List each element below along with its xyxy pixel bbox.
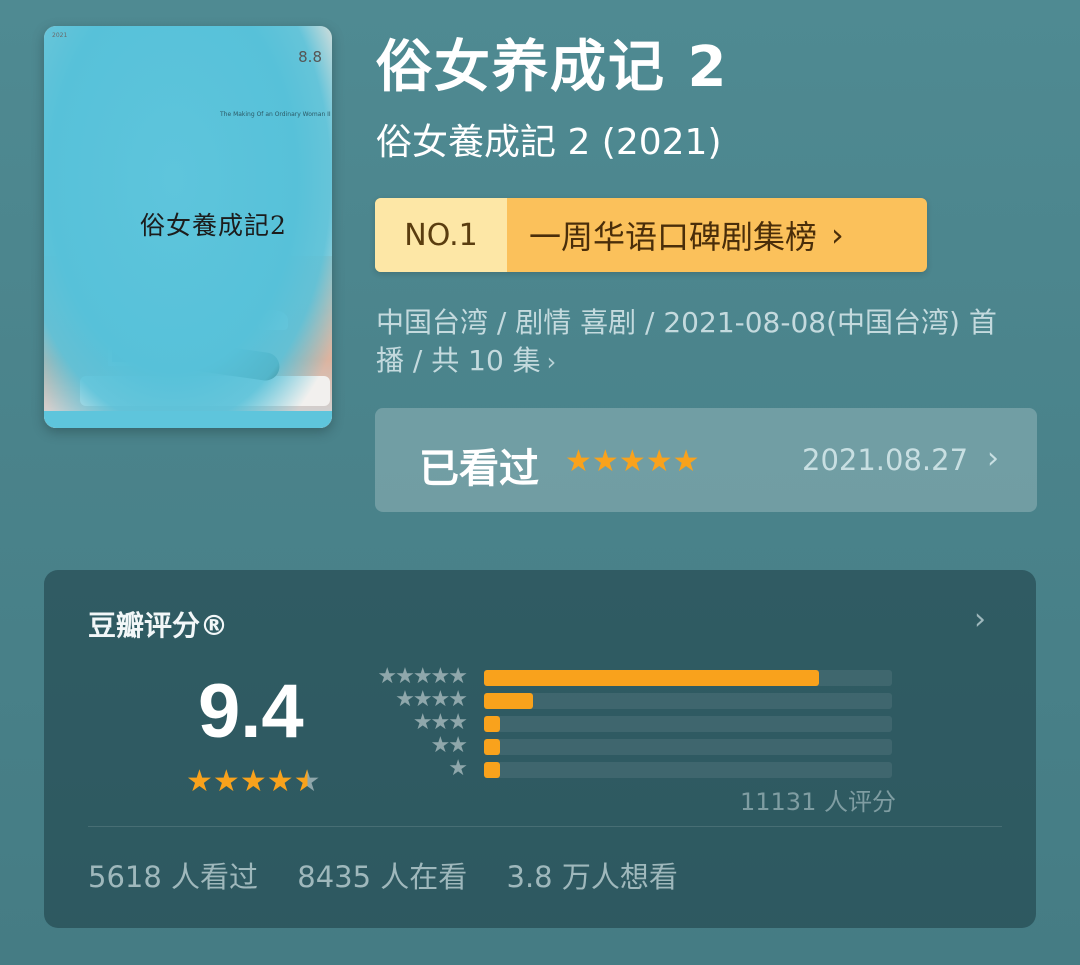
distribution-stars-icon: ★★★★★ — [377, 664, 468, 689]
star-icon: ★ — [591, 444, 619, 479]
poster-image[interactable]: 2021 8.8 The Making Of an Ordinary Woman… — [44, 26, 332, 428]
distribution-track — [484, 762, 892, 778]
poster-english-title: The Making Of an Ordinary Woman II — [220, 111, 331, 118]
distribution-row: ★★★★★ — [368, 664, 898, 689]
distribution-row: ★★★★ — [368, 687, 898, 712]
distribution-stars-icon: ★★ — [430, 733, 468, 758]
viewer-stats: 5618 人看过 8435 人在看 3.8 万人想看 — [88, 854, 708, 896]
star-icon: ★ — [186, 764, 213, 799]
distribution-row: ★★★ — [368, 710, 898, 735]
chevron-right-icon: › — [987, 441, 999, 476]
stat-seen[interactable]: 5618 人看过 — [88, 860, 258, 894]
stat-want[interactable]: 3.8 万人想看 — [507, 860, 678, 894]
rank-label: 一周华语口碑剧集榜 — [529, 218, 818, 256]
poster-credits: 2021 — [52, 32, 68, 39]
watched-label: 已看过 — [419, 446, 539, 492]
distribution-stars-icon: ★ — [448, 756, 468, 781]
rating-stars: ★★★★★ — [186, 764, 321, 799]
distribution-stars-icon: ★★★ — [412, 710, 468, 735]
star-icon: ★ — [266, 764, 294, 799]
chevron-right-icon: › — [546, 348, 557, 376]
star-icon: ★ — [212, 764, 240, 799]
rank-number: NO.1 — [375, 198, 507, 272]
rating-card-title: 豆瓣评分® — [88, 609, 229, 642]
chevron-right-icon: › — [831, 216, 844, 254]
rank-badge[interactable]: NO.1 一周华语口碑剧集榜 › — [375, 198, 927, 272]
show-meta[interactable]: 中国台湾 / 剧情 喜剧 / 2021-08-08(中国台湾) 首播 / 共 1… — [376, 304, 1016, 381]
user-rating-stars: ★★★★★ — [565, 444, 700, 479]
star-icon: ★ — [239, 764, 267, 799]
distribution-track — [484, 739, 892, 755]
star-icon: ★ — [565, 444, 592, 479]
rating-score: 9.4 — [198, 669, 304, 754]
star-icon: ★ — [672, 444, 700, 479]
distribution-stars-icon: ★★★★ — [395, 687, 468, 712]
meta-text: 中国台湾 / 剧情 喜剧 / 2021-08-08(中国台湾) 首播 / 共 1… — [376, 306, 997, 377]
page-title: 俗女养成记 2 — [376, 35, 729, 100]
distribution-bar — [484, 739, 500, 755]
half-star-icon: ★ — [293, 764, 321, 799]
distribution-track — [484, 716, 892, 732]
distribution-row: ★ — [368, 756, 898, 781]
rating-count: 11131 人评分 — [740, 788, 896, 816]
poster-logo-title: 俗女養成記2 — [140, 211, 287, 240]
chevron-right-icon[interactable]: › — [974, 602, 986, 637]
douban-rating-card[interactable]: 豆瓣评分® › 9.4 ★★★★★ ★★★★★ ★★★★ ★★★ ★★ ★ 11131 … — [44, 570, 1036, 928]
poster-bottom-paint — [44, 411, 332, 428]
distribution-track — [484, 670, 892, 686]
rank-label-wrap: 一周华语口碑剧集榜 › — [507, 198, 927, 272]
divider — [88, 826, 1002, 827]
stat-watching[interactable]: 8435 人在看 — [297, 860, 467, 894]
distribution-bar — [484, 670, 819, 686]
distribution-row: ★★ — [368, 733, 898, 758]
original-title: 俗女養成記 2 (2021) — [376, 122, 722, 163]
distribution-bar — [484, 762, 500, 778]
distribution-track — [484, 693, 892, 709]
watched-status-button[interactable]: 已看过 ★★★★★ 2021.08.27 › — [375, 408, 1037, 512]
poster-date: 8.8 — [298, 48, 322, 66]
watched-date: 2021.08.27 — [802, 443, 969, 477]
distribution-bar — [484, 693, 533, 709]
star-icon: ★ — [645, 444, 673, 479]
distribution-bar — [484, 716, 500, 732]
star-icon: ★ — [618, 444, 646, 479]
